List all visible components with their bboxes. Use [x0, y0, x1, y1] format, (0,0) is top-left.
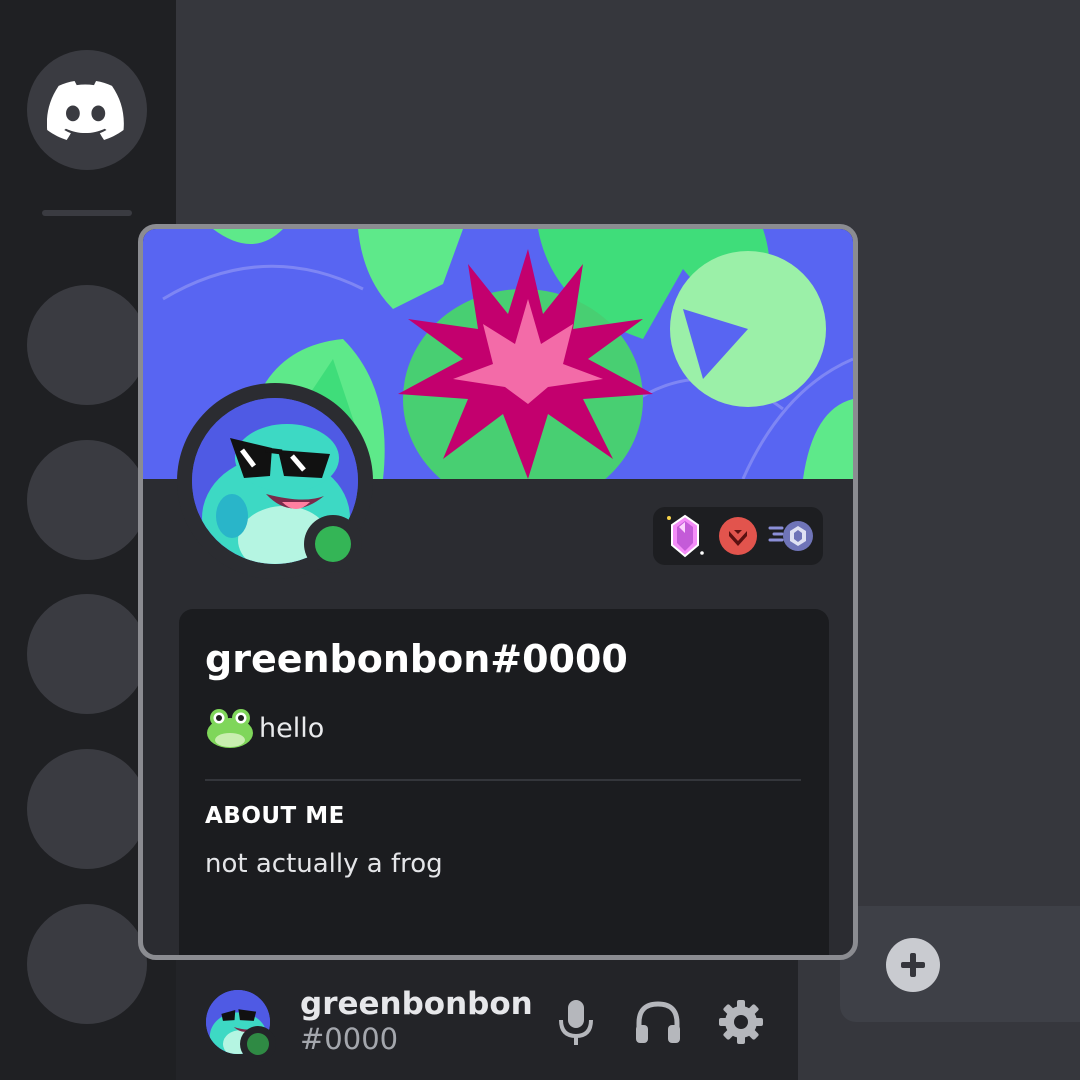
hypesquad-badge[interactable] — [715, 513, 761, 559]
profile-popout: greenbonbon#0000 hello ABOUT ME not actu… — [138, 224, 858, 960]
server-icon-2[interactable] — [27, 440, 147, 560]
profile-badges — [653, 507, 823, 565]
server-boost-icon — [768, 521, 813, 551]
user-panel-status — [240, 1026, 276, 1062]
headphones-button[interactable] — [634, 998, 682, 1046]
profile-info-card: greenbonbon#0000 hello ABOUT ME not actu… — [179, 609, 829, 955]
server-icon-4[interactable] — [27, 749, 147, 869]
online-status-dot — [315, 526, 351, 562]
server-icon-3[interactable] — [27, 594, 147, 714]
nitro-badge[interactable] — [662, 513, 708, 559]
server-icon-1[interactable] — [27, 285, 147, 405]
user-panel-tag: #0000 — [300, 1022, 399, 1056]
custom-status-text: hello — [259, 712, 325, 744]
rail-separator — [42, 210, 132, 216]
profile-username[interactable]: greenbonbon#0000 — [205, 637, 628, 681]
about-me-text: not actually a frog — [205, 849, 443, 879]
custom-status: hello — [205, 707, 324, 749]
channel-panel — [840, 906, 1080, 1022]
user-panel-name[interactable]: greenbonbon — [300, 986, 533, 1022]
microphone-icon — [559, 1000, 593, 1045]
hypesquad-brilliance-icon — [718, 517, 757, 555]
frog-emoji-icon — [207, 709, 253, 748]
microphone-button[interactable] — [552, 998, 600, 1046]
nitro-gem-icon — [667, 514, 705, 558]
server-boost-badge[interactable] — [768, 513, 814, 559]
settings-gear-icon — [719, 1000, 763, 1044]
settings-button[interactable] — [717, 998, 765, 1046]
home-button[interactable] — [27, 50, 147, 170]
user-panel: greenbonbon #0000 — [176, 958, 798, 1080]
online-status-indicator — [304, 515, 362, 573]
discord-logo-icon — [47, 80, 124, 140]
divider — [205, 779, 801, 781]
plus-icon — [901, 953, 925, 977]
about-me-heading: ABOUT ME — [205, 803, 345, 829]
server-icon-5[interactable] — [27, 904, 147, 1024]
headphones-icon — [636, 1001, 680, 1043]
add-button[interactable] — [886, 938, 940, 992]
